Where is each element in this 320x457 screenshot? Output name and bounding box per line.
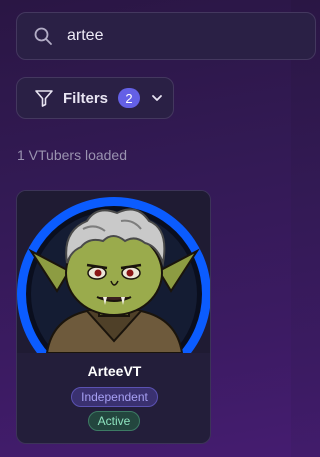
results-count: 1 VTubers loaded [17,147,127,163]
search-bar[interactable] [16,12,316,60]
filters-button[interactable]: Filters 2 [16,77,174,119]
filters-label: Filters [63,89,109,107]
avatar [17,191,210,353]
filters-count-badge: 2 [118,88,141,108]
filter-icon [35,90,53,107]
tag-independent: Independent [71,387,158,407]
chevron-down-icon [152,95,162,101]
search-input[interactable] [67,27,267,45]
vtuber-card[interactable]: ArteeVT Independent Active [16,190,211,444]
search-icon [34,27,52,45]
goblin-avatar-image [17,197,210,353]
tag-active: Active [88,411,140,431]
vtuber-name: ArteeVT [87,363,142,379]
